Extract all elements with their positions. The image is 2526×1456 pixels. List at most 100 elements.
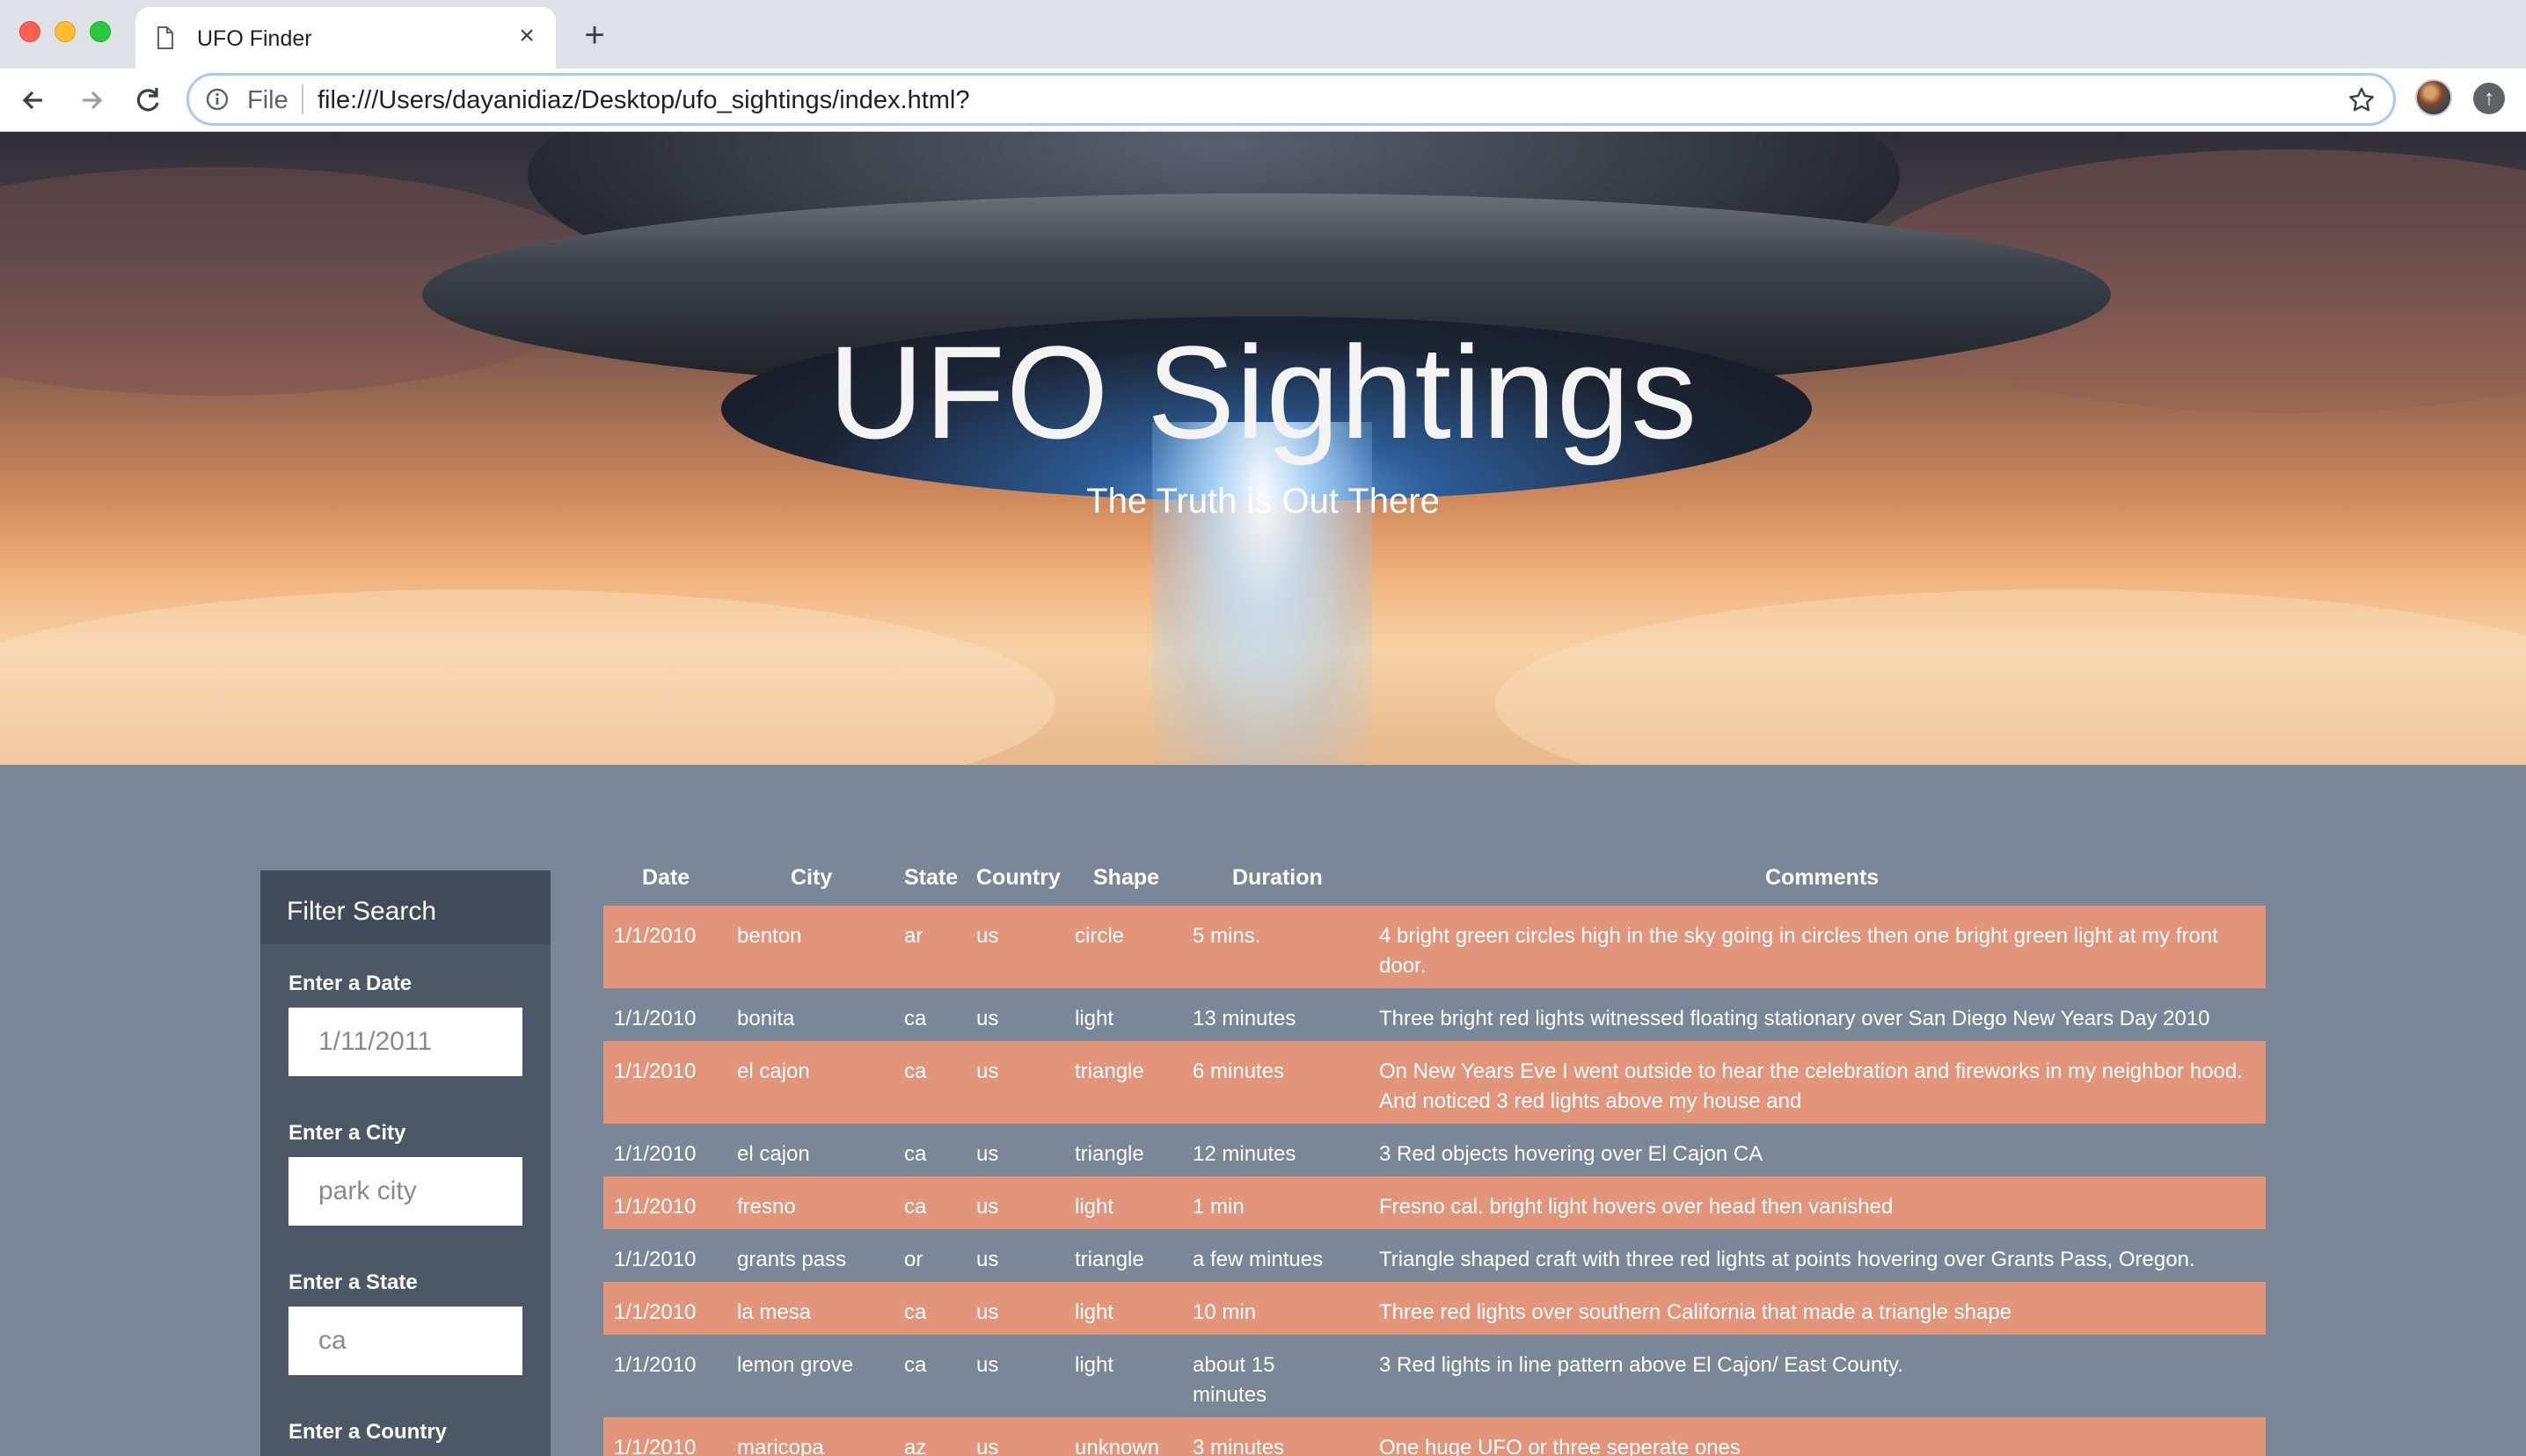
page-subtitle: The Truth is Out There	[1086, 482, 1440, 521]
cell-shape: unknown	[1075, 1436, 1160, 1456]
cell-comments: Triangle shaped craft with three red lig…	[1379, 1248, 2195, 1271]
browser-toolbar: File file:///Users/dayanidiaz/Desktop/uf…	[0, 69, 2526, 132]
cell-country: us	[976, 924, 999, 948]
header-country: Country	[976, 865, 1061, 890]
cell-city: grants pass	[737, 1248, 847, 1271]
cell-shape: light	[1075, 1007, 1114, 1030]
cell-city: bonita	[737, 1007, 795, 1030]
profile-avatar[interactable]	[2415, 79, 2452, 116]
cell-state: or	[904, 1248, 924, 1271]
date-input[interactable]	[288, 1008, 522, 1076]
cell-duration: 13 minutes	[1193, 1007, 1296, 1030]
cell-duration: 12 minutes	[1193, 1142, 1296, 1166]
cell-shape: triangle	[1075, 1142, 1144, 1166]
cell-country: us	[976, 1059, 999, 1083]
cell-date: 1/1/2010	[614, 1248, 697, 1271]
cell-state: ca	[904, 1300, 927, 1324]
header-shape: Shape	[1093, 865, 1160, 890]
cell-comments: Three bright red lights witnessed floati…	[1379, 1007, 2210, 1030]
cell-country: us	[976, 1248, 999, 1271]
table-row: 1/1/2010 fresno ca us light 1 min Fresno…	[603, 1176, 2266, 1229]
state-label: Enter a State	[288, 1270, 418, 1294]
cell-comments: 3 Red lights in line pattern above El Ca…	[1379, 1353, 1903, 1377]
header-city: City	[791, 865, 833, 890]
close-window-button[interactable]	[19, 21, 40, 42]
header-state: State	[904, 865, 959, 890]
update-icon[interactable]: ↑	[2473, 83, 2505, 114]
info-icon[interactable]	[205, 87, 230, 112]
cell-shape: light	[1075, 1195, 1114, 1219]
back-arrow-icon[interactable]	[16, 83, 51, 118]
filter-heading: Filter Search	[260, 870, 551, 944]
table-row: 1/1/2010 la mesa ca us light 10 min Thre…	[603, 1282, 2266, 1335]
url-separator	[302, 84, 303, 114]
url-scheme-label: File	[247, 86, 288, 114]
forward-arrow-icon[interactable]	[74, 83, 109, 118]
cell-shape: light	[1075, 1300, 1114, 1324]
cell-state: ca	[904, 1007, 927, 1030]
cell-duration: about 15 minutes	[1193, 1353, 1275, 1407]
city-input[interactable]	[288, 1157, 522, 1226]
cell-city: el cajon	[737, 1142, 810, 1166]
tab-title: UFO Finder	[197, 26, 312, 51]
cell-shape: circle	[1075, 924, 1125, 948]
cell-duration: 5 mins.	[1193, 924, 1261, 948]
country-label: Enter a Country	[288, 1420, 448, 1444]
url-text[interactable]: file:///Users/dayanidiaz/Desktop/ufo_sig…	[318, 86, 970, 115]
hero-banner: UFO Sightings The Truth is Out There	[0, 132, 2526, 765]
cell-state: ar	[904, 924, 924, 948]
header-comments: Comments	[1765, 865, 1880, 890]
cell-comments: On New Years Eve I went outside to hear …	[1379, 1059, 2243, 1113]
cell-shape: triangle	[1075, 1059, 1144, 1083]
reload-icon[interactable]	[130, 83, 165, 118]
cell-date: 1/1/2010	[614, 1142, 697, 1166]
cell-state: ca	[904, 1142, 927, 1166]
cell-duration: 1 min	[1193, 1195, 1245, 1219]
cell-city: benton	[737, 924, 802, 948]
new-tab-button[interactable]: +	[577, 18, 612, 53]
table-row: 1/1/2010 lemon grove ca us light about 1…	[603, 1335, 2266, 1417]
browser-tab[interactable]: UFO Finder ×	[135, 7, 556, 70]
cell-country: us	[976, 1007, 999, 1030]
cell-city: lemon grove	[737, 1353, 854, 1377]
maximize-window-button[interactable]	[90, 21, 111, 42]
table-row: 1/1/2010 el cajon ca us triangle 6 minut…	[603, 1041, 2266, 1124]
cloud-shape	[1495, 589, 2526, 765]
cell-comments: Fresno cal. bright light hovers over hea…	[1379, 1195, 1894, 1219]
header-duration: Duration	[1232, 865, 1323, 890]
cell-country: us	[976, 1300, 999, 1324]
cell-comments: 4 bright green circles high in the sky g…	[1379, 924, 2218, 978]
cell-city: fresno	[737, 1195, 796, 1219]
cell-city: el cajon	[737, 1059, 810, 1083]
cell-shape: triangle	[1075, 1248, 1144, 1271]
close-tab-icon[interactable]: ×	[514, 23, 540, 49]
cell-city: la mesa	[737, 1300, 812, 1324]
ufo-beam	[1152, 422, 1372, 765]
cell-city: maricopa	[737, 1436, 824, 1456]
cell-date: 1/1/2010	[614, 1059, 697, 1083]
state-input[interactable]	[288, 1307, 522, 1375]
cell-comments: 3 Red objects hovering over El Cajon CA	[1379, 1142, 1763, 1166]
bookmark-star-icon[interactable]	[2347, 86, 2376, 114]
cell-country: us	[976, 1436, 999, 1456]
cell-date: 1/1/2010	[614, 924, 697, 948]
cell-date: 1/1/2010	[614, 1436, 697, 1456]
page-title: UFO Sightings	[828, 318, 1698, 466]
cell-country: us	[976, 1353, 999, 1377]
tab-bar: UFO Finder × +	[0, 0, 2526, 70]
minimize-window-button[interactable]	[55, 21, 76, 42]
cell-state: ca	[904, 1059, 927, 1083]
cell-date: 1/1/2010	[614, 1007, 697, 1030]
sightings-table: Date City State Country Shape Duration C…	[603, 865, 2266, 1456]
table-row: 1/1/2010 el cajon ca us triangle 12 minu…	[603, 1124, 2266, 1176]
cell-duration: 3 minutes	[1193, 1436, 1285, 1456]
cell-duration: a few mintues	[1193, 1248, 1324, 1271]
cell-state: ca	[904, 1353, 927, 1377]
table-row: 1/1/2010 bonita ca us light 13 minutes T…	[603, 988, 2266, 1041]
address-bar[interactable]: File file:///Users/dayanidiaz/Desktop/uf…	[186, 73, 2396, 126]
header-date: Date	[642, 865, 690, 890]
table-row: 1/1/2010 grants pass or us triangle a fe…	[603, 1229, 2266, 1282]
cell-comments: One huge UFO or three seperate ones	[1379, 1436, 1741, 1456]
cell-date: 1/1/2010	[614, 1195, 697, 1219]
table-row: 1/1/2010 maricopa az us unknown 3 minute…	[603, 1417, 2266, 1456]
